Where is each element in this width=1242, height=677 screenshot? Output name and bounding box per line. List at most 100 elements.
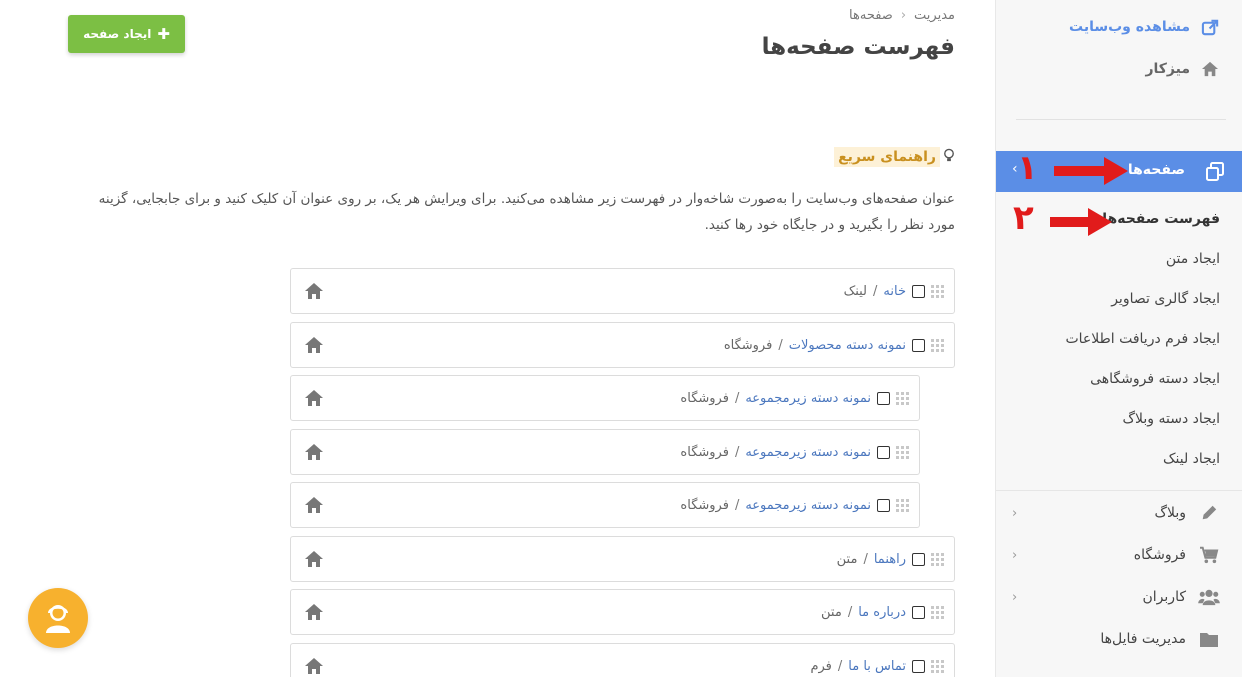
page-title-link[interactable]: نمونه دسته زیرمجموعه (745, 498, 871, 513)
lightbulb-icon (943, 148, 955, 167)
row-separator: / (734, 497, 740, 513)
view-site-label: مشاهده وب‌سایت (1069, 19, 1190, 35)
row-checkbox[interactable] (912, 284, 925, 298)
create-page-label: ایجاد صفحه (83, 27, 152, 41)
breadcrumb-current: صفحه‌ها (849, 8, 893, 23)
sidebar-divider (996, 490, 1242, 491)
drag-handle-icon[interactable] (896, 391, 909, 405)
sidebar-item-shop[interactable]: فروشگاه ‹ (1012, 535, 1220, 575)
set-home-icon[interactable] (304, 657, 324, 675)
set-home-icon[interactable] (304, 282, 324, 300)
set-home-icon[interactable] (304, 603, 324, 621)
drag-handle-icon[interactable] (931, 605, 944, 619)
blog-label: وبلاگ (1154, 505, 1186, 521)
external-link-icon (1200, 17, 1220, 37)
chevron-left-icon: ‹ (1012, 547, 1018, 563)
set-home-icon[interactable] (304, 389, 324, 407)
sub-item-page-list[interactable]: فهرست صفحه‌ها (1102, 211, 1220, 227)
set-home-icon[interactable] (304, 496, 324, 514)
page-row[interactable]: نمونه دسته زیرمجموعه / فروشگاه (290, 429, 920, 475)
sidebar-item-file-manager[interactable]: مدیریت فایل‌ها (1012, 619, 1220, 659)
annotation-arrow-1 (1054, 157, 1128, 185)
breadcrumb-separator-icon: ‹ (900, 8, 907, 23)
page-title-link[interactable]: نمونه دسته زیرمجموعه (745, 445, 871, 460)
page-row[interactable]: تماس با ما / فرم (290, 643, 955, 677)
sub-item-create-text[interactable]: ایجاد متن (1166, 251, 1220, 267)
page-type: متن (821, 604, 842, 620)
pencil-icon (1198, 502, 1220, 524)
user-icon (46, 605, 70, 633)
page-type: فروشگاه (680, 390, 729, 406)
row-checkbox[interactable] (877, 445, 890, 459)
row-checkbox[interactable] (877, 498, 890, 512)
view-site-link[interactable]: مشاهده وب‌سایت (1069, 17, 1220, 37)
page-title-link[interactable]: راهنما (874, 552, 906, 567)
page-row-content: نمونه دسته زیرمجموعه / فروشگاه (680, 483, 909, 527)
sidebar-item-blog[interactable]: وبلاگ ‹ (1012, 493, 1220, 533)
cart-icon (1198, 544, 1220, 566)
page-row-content: نمونه دسته محصولات / فروشگاه (724, 323, 944, 367)
page-row-content: نمونه دسته زیرمجموعه / فروشگاه (680, 376, 909, 420)
drag-handle-icon[interactable] (896, 445, 909, 459)
row-checkbox[interactable] (912, 552, 925, 566)
set-home-icon[interactable] (304, 336, 324, 354)
sub-item-create-link[interactable]: ایجاد لینک (1163, 451, 1220, 467)
row-separator: / (873, 283, 878, 299)
drag-handle-icon[interactable] (931, 338, 944, 352)
drag-handle-icon[interactable] (931, 659, 944, 673)
dashboard-link[interactable]: میزکار (1145, 59, 1220, 79)
page-title-link[interactable]: درباره ما (858, 605, 906, 620)
pages-label: صفحه‌ها (1127, 162, 1185, 178)
page-title-link[interactable]: نمونه دسته محصولات (789, 338, 906, 353)
row-separator: / (847, 604, 853, 620)
row-checkbox[interactable] (877, 391, 890, 405)
users-icon (1198, 586, 1220, 608)
quick-guide-text: عنوان صفحه‌های وب‌سایت را به‌صورت شاخه‌و… (98, 191, 955, 233)
plus-icon: ✚ (157, 25, 170, 43)
page-title-link[interactable]: خانه (883, 284, 906, 299)
page-row-content: درباره ما / متن (821, 590, 944, 634)
page-row[interactable]: نمونه دسته زیرمجموعه / فروشگاه (290, 482, 920, 528)
row-separator: / (734, 390, 740, 406)
dashboard-label: میزکار (1145, 61, 1190, 77)
folder-icon (1198, 628, 1220, 650)
sub-item-create-shop-category[interactable]: ایجاد دسته فروشگاهی (1090, 371, 1220, 387)
sub-item-create-form[interactable]: ایجاد فرم دریافت اطلاعات (1065, 331, 1220, 347)
page-row[interactable]: نمونه دسته زیرمجموعه / فروشگاه (290, 375, 920, 421)
page-row[interactable]: خانه / لینک (290, 268, 955, 314)
page-row[interactable]: راهنما / متن (290, 536, 955, 582)
users-label: کاربران (1142, 589, 1186, 605)
support-button[interactable] (28, 588, 88, 648)
annotation-number-2: ۲ (1013, 198, 1034, 238)
shop-label: فروشگاه (1133, 547, 1186, 563)
drag-handle-icon[interactable] (931, 284, 944, 298)
file-manager-label: مدیریت فایل‌ها (1100, 631, 1186, 647)
page-title-link[interactable]: نمونه دسته زیرمجموعه (745, 391, 871, 406)
page-row-content: راهنما / متن (837, 537, 944, 581)
sub-item-create-gallery[interactable]: ایجاد گالری تصاویر (1111, 291, 1220, 307)
page-type: فرم (810, 658, 832, 674)
breadcrumb-root[interactable]: مدیریت (914, 8, 955, 23)
annotation-number-1: ۱ (1017, 148, 1038, 188)
sidebar-item-users[interactable]: کاربران ‹ (1012, 577, 1220, 617)
row-checkbox[interactable] (912, 605, 925, 619)
page-title: فهرست صفحه‌ها (761, 34, 955, 60)
page-row[interactable]: درباره ما / متن (290, 589, 955, 635)
page-type: فروشگاه (723, 337, 773, 353)
sub-item-create-blog-category[interactable]: ایجاد دسته وبلاگ (1123, 411, 1220, 427)
page-title-link[interactable]: تماس با ما (848, 659, 906, 674)
page-type: فروشگاه (680, 444, 729, 460)
quick-guide-title: راهنمای سریع (834, 147, 955, 167)
annotation-arrow-2 (1050, 208, 1112, 236)
home-icon (1200, 59, 1220, 79)
page-type: متن (836, 551, 858, 567)
create-page-button[interactable]: ✚ ایجاد صفحه (68, 15, 185, 53)
drag-handle-icon[interactable] (896, 498, 909, 512)
set-home-icon[interactable] (304, 550, 324, 568)
page-row[interactable]: نمونه دسته محصولات / فروشگاه (290, 322, 955, 368)
page-row-content: تماس با ما / فرم (810, 644, 944, 677)
drag-handle-icon[interactable] (931, 552, 944, 566)
row-checkbox[interactable] (912, 338, 925, 352)
set-home-icon[interactable] (304, 443, 324, 461)
row-checkbox[interactable] (912, 659, 925, 673)
